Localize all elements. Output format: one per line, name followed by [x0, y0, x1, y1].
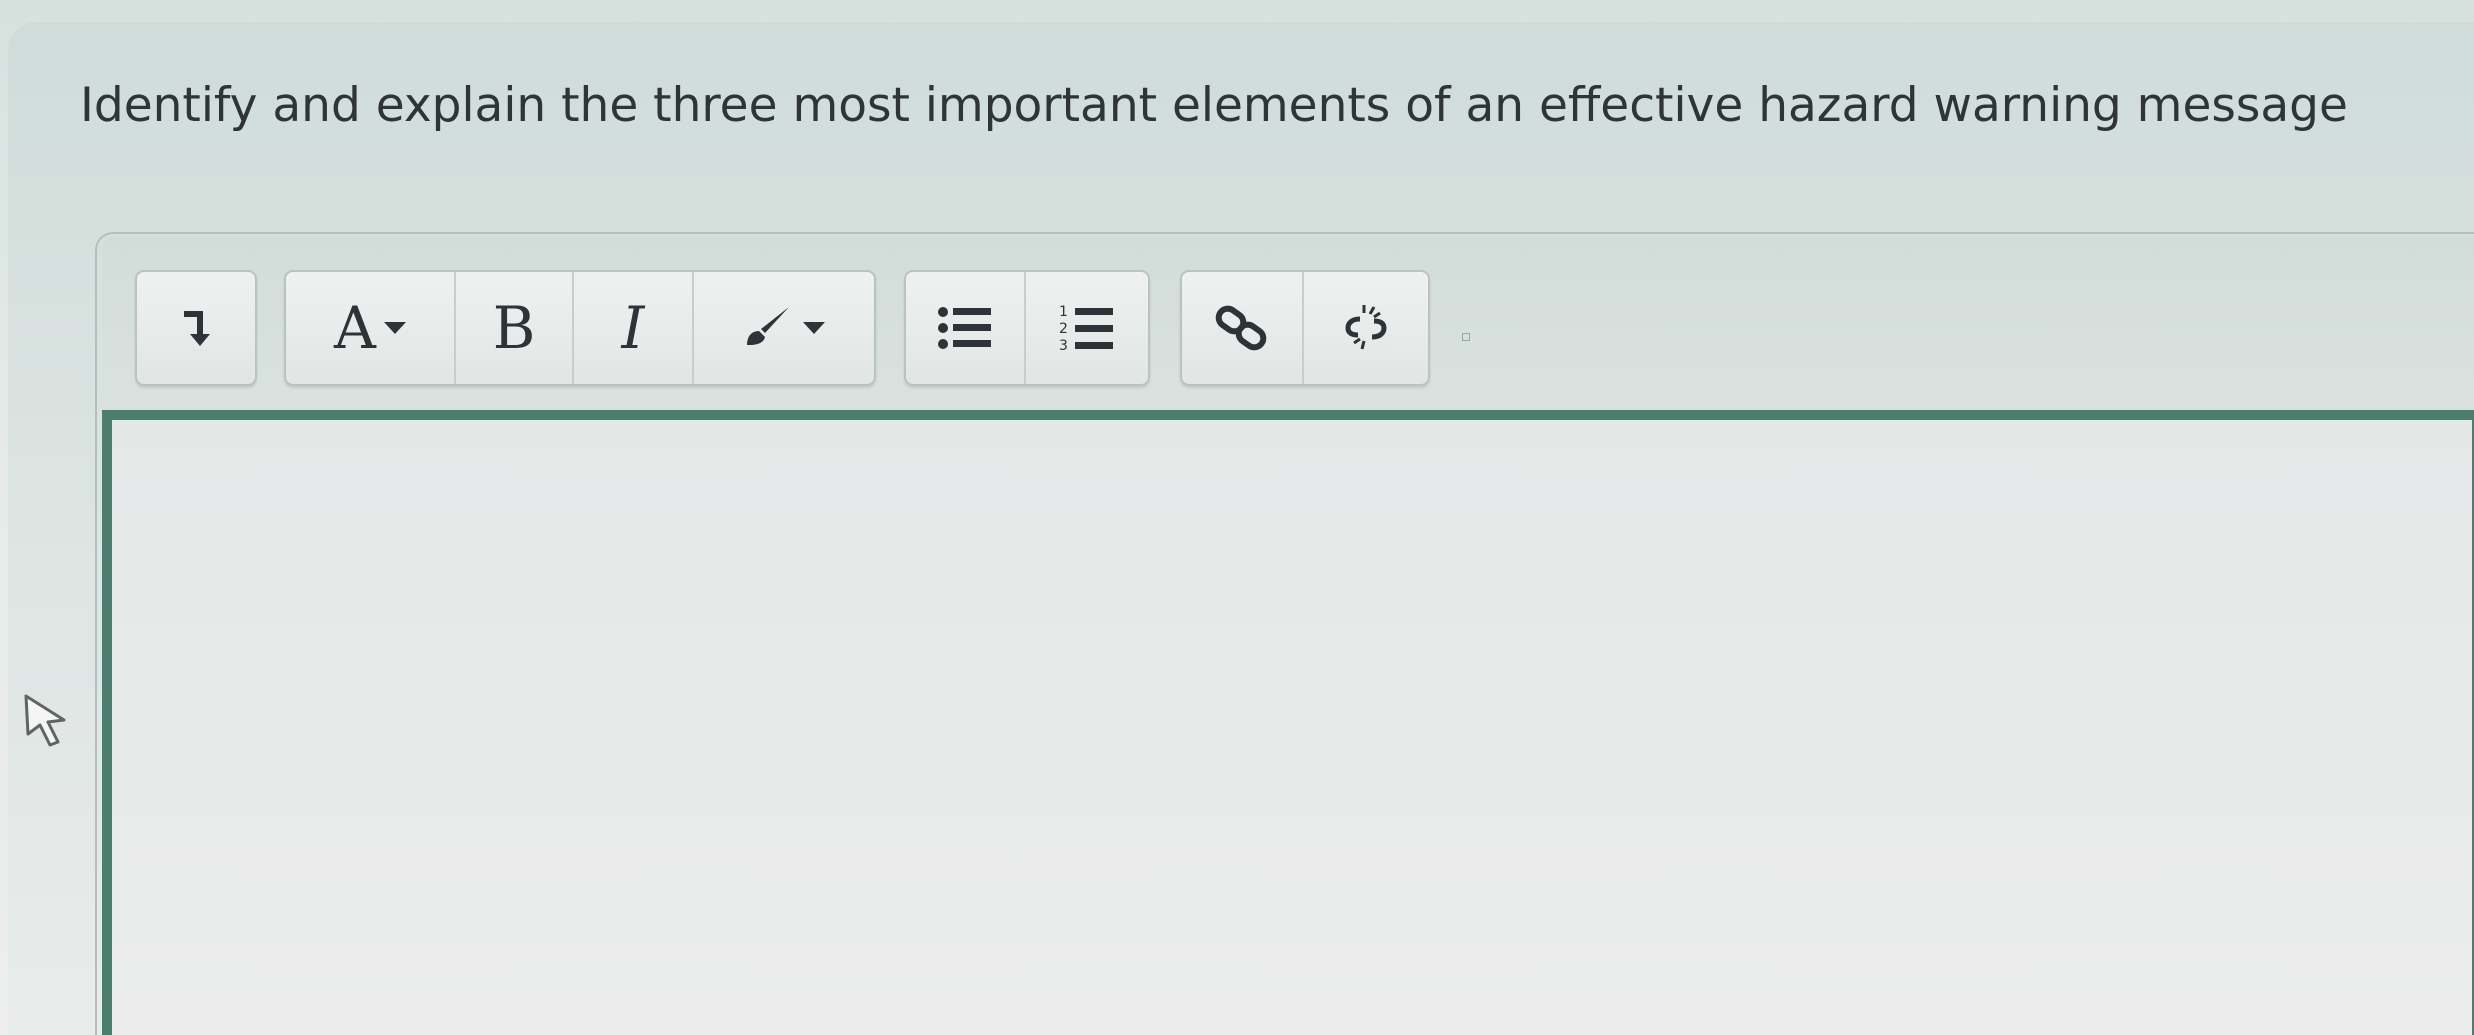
chevron-down-icon — [383, 322, 406, 334]
bullet-list-button[interactable] — [906, 272, 1026, 384]
screen: Identify and explain the three most impo… — [0, 0, 2474, 1035]
mouse-pointer-icon — [24, 694, 66, 747]
bold-label: B — [492, 294, 536, 362]
bullet-list-icon — [938, 307, 991, 349]
paintbrush-icon — [747, 307, 789, 345]
insert-link-button[interactable] — [1182, 272, 1304, 384]
font-dropdown-button[interactable]: A — [286, 272, 456, 384]
paragraph-format-icon — [184, 311, 210, 346]
chevron-down-icon — [803, 322, 825, 334]
svg-text:2: 2 — [1059, 321, 1068, 337]
toolbar-indicator-dot — [1462, 333, 1470, 341]
numbered-list-icon: 1 2 3 — [1059, 304, 1113, 354]
link-icon — [1215, 305, 1267, 351]
question-text: Identify and explain the three most impo… — [80, 78, 2348, 133]
italic-label: I — [621, 294, 645, 362]
bold-button[interactable]: B — [456, 272, 574, 384]
answer-text-area[interactable] — [102, 410, 2474, 1035]
svg-text:3: 3 — [1059, 338, 1068, 354]
paragraph-group — [135, 270, 257, 386]
list-group: 1 2 3 — [904, 270, 1150, 386]
italic-button[interactable]: I — [574, 272, 694, 384]
text-color-button[interactable] — [694, 272, 870, 384]
remove-link-button[interactable] — [1304, 272, 1428, 384]
numbered-list-button[interactable]: 1 2 3 — [1026, 272, 1148, 384]
text-format-group: A B I — [284, 270, 876, 386]
unlink-icon — [1345, 305, 1387, 350]
svg-text:1: 1 — [1059, 304, 1068, 320]
link-group — [1180, 270, 1430, 386]
paragraph-format-button[interactable] — [137, 272, 255, 384]
font-label: A — [334, 294, 376, 362]
